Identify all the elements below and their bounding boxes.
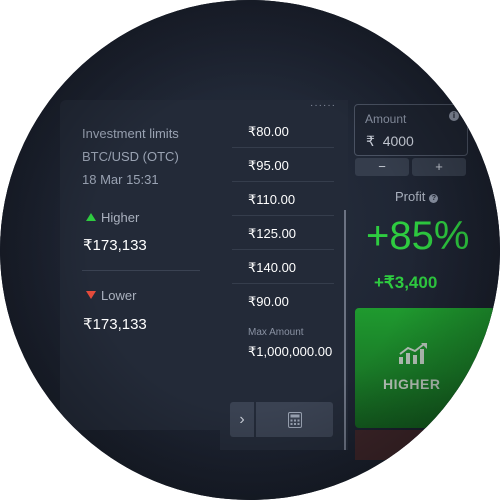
screenshot-frame: ······ Investment limits BTC/USD (OTC) 1… — [0, 0, 500, 500]
currency-symbol: ₹ — [366, 133, 375, 149]
expand-arrow-button[interactable]: › — [230, 402, 254, 437]
amount-value: 4000 — [382, 133, 414, 149]
profit-amount: +₹3,400 — [374, 273, 438, 292]
lower-limit-label: Lower — [86, 288, 136, 303]
lower-label-text: Lower — [101, 288, 137, 303]
quick-amount-item[interactable]: ₹80.00 — [232, 115, 334, 148]
triangle-down-icon — [86, 291, 96, 299]
divider — [82, 270, 200, 271]
higher-button-label: HIGHER — [383, 376, 441, 392]
calculator-button[interactable] — [256, 402, 333, 437]
quick-amount-item[interactable]: ₹110.00 — [232, 183, 334, 216]
amount-label: Amount — [365, 112, 407, 126]
info-icon[interactable]: i — [449, 111, 459, 121]
scrollbar[interactable] — [344, 210, 346, 450]
max-amount-label: Max Amount — [248, 327, 304, 338]
drag-handle[interactable]: ······ — [310, 100, 336, 111]
quick-amount-item[interactable]: ₹125.00 — [232, 217, 334, 250]
quick-amount-item[interactable]: ₹90.00 — [232, 285, 334, 318]
calculator-icon — [287, 411, 302, 428]
limits-date: 18 Mar 15:31 — [82, 172, 159, 187]
help-icon[interactable]: ? — [429, 194, 439, 203]
quick-amount-item[interactable]: ₹140.00 — [232, 251, 334, 284]
chart-up-icon — [397, 343, 429, 370]
quick-amount-item[interactable]: ₹95.00 — [232, 149, 334, 182]
higher-limit-value: ₹173,133 — [83, 237, 147, 254]
decrease-amount-button[interactable]: − — [355, 158, 409, 176]
lower-button[interactable] — [355, 430, 495, 460]
limits-title: Investment limits — [82, 126, 179, 141]
higher-label-text: Higher — [101, 210, 140, 225]
lower-limit-value: ₹173,133 — [83, 316, 147, 333]
profit-percent: +85% — [366, 214, 470, 258]
profit-label-text: Profit — [395, 189, 426, 204]
asset-pair: BTC/USD (OTC) — [82, 149, 179, 164]
max-amount-value: ₹1,000,000.00 — [248, 344, 333, 359]
profit-label: Profit? — [395, 189, 439, 204]
increase-amount-button[interactable]: + — [412, 158, 466, 176]
amount-input[interactable]: ₹ 4000 — [366, 133, 414, 150]
higher-limit-label: Higher — [86, 210, 139, 225]
triangle-up-icon — [86, 213, 96, 221]
